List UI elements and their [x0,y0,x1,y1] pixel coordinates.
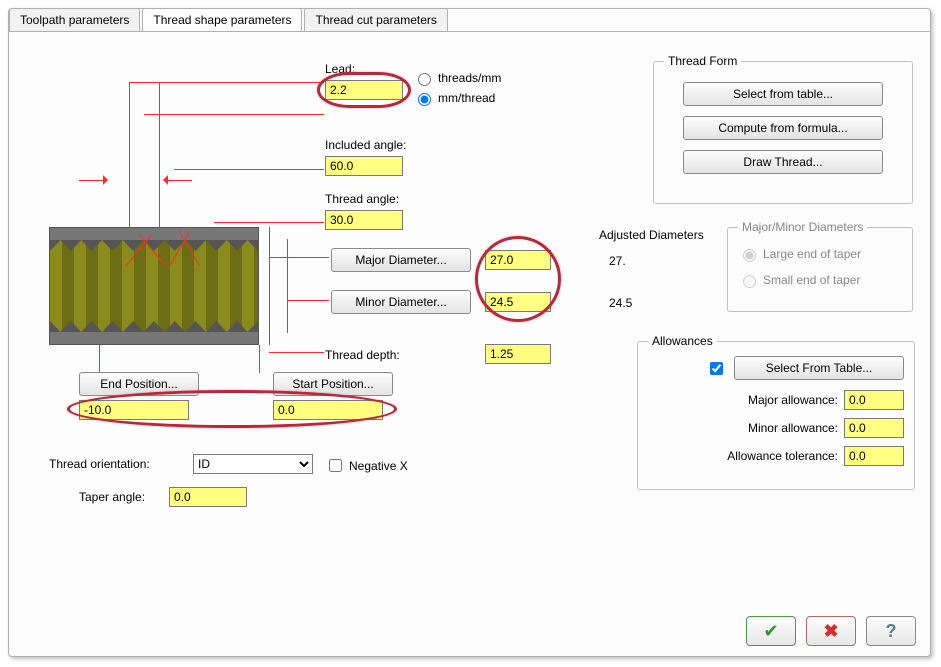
dialog-frame: Toolpath parameters Thread shape paramet… [8,8,931,657]
major-minor-diameters-group: Major/Minor Diameters Large end of taper… [727,220,913,312]
tab-thread-cut-parameters[interactable]: Thread cut parameters [304,8,447,31]
allowances-select-from-table-button[interactable]: Select From Table... [734,356,904,380]
minor-allowance-label: Minor allowance: [748,421,838,435]
thread-form-legend: Thread Form [664,54,741,68]
start-position-input[interactable] [273,400,383,420]
checkbox-icon[interactable] [329,459,342,472]
lead-threads-mm-radio[interactable]: threads/mm [413,70,501,86]
draw-thread-button[interactable]: Draw Thread... [683,150,883,174]
taper-angle-input[interactable] [169,487,247,507]
thread-depth-input[interactable] [485,344,551,364]
allowance-tolerance-label: Allowance tolerance: [727,449,838,463]
checkbox-label: Negative X [349,459,408,473]
annotation-angle [125,188,165,228]
annotation-line [269,352,324,353]
annotation-line [214,222,324,223]
lead-mm-thread-radio[interactable]: mm/thread [413,90,495,106]
major-minor-diameters-legend: Major/Minor Diameters [738,220,867,234]
end-position-button[interactable]: End Position... [79,372,199,396]
thread-orientation-label: Thread orientation: [49,457,150,471]
dialog-footer-buttons: ✔ ✖ ? [746,616,916,646]
thread-illustration [49,227,259,345]
major-allowance-label: Major allowance: [748,393,838,407]
minor-allowance-input[interactable] [844,418,904,438]
thread-angle-input[interactable] [325,210,403,230]
annotation-line [144,114,324,115]
lead-input[interactable] [325,80,403,100]
thread-form-group: Thread Form Select from table... Compute… [653,54,913,204]
adjusted-minor-value: 24.5 [609,296,632,310]
tab-strip: Toolpath parameters Thread shape paramet… [9,8,930,31]
radio-label: Large end of taper [763,247,861,261]
annotation-line [99,345,100,373]
included-angle-input[interactable] [325,156,403,176]
annotation-line [269,227,270,345]
annotation-line [287,300,329,301]
annotation-angle [169,188,209,228]
large-end-taper-radio: Large end of taper [738,246,902,262]
radio-label: mm/thread [438,91,495,105]
adjusted-major-value: 27. [609,254,626,268]
major-allowance-input[interactable] [844,390,904,410]
tab-toolpath-parameters[interactable]: Toolpath parameters [9,8,140,31]
included-angle-label: Included angle: [325,138,406,152]
tab-body: Lead: threads/mm mm/thread Included angl… [9,31,930,601]
thread-orientation-select[interactable]: ID [193,454,313,474]
compute-from-formula-button[interactable]: Compute from formula... [683,116,883,140]
radio-icon [743,249,756,262]
taper-angle-label: Taper angle: [79,490,145,504]
check-icon: ✔ [763,621,778,642]
annotation-line [129,82,324,83]
major-diameter-button[interactable]: Major Diameter... [331,248,471,272]
negative-x-checkbox[interactable]: Negative X [325,456,408,475]
allowances-legend: Allowances [648,334,717,348]
minor-diameter-button[interactable]: Minor Diameter... [331,290,471,314]
minor-diameter-input[interactable] [485,292,551,312]
tab-thread-shape-parameters[interactable]: Thread shape parameters [142,8,302,31]
select-from-table-button[interactable]: Select from table... [683,82,883,106]
radio-label: threads/mm [438,71,501,85]
adjusted-diameters-label: Adjusted Diameters [599,228,704,242]
start-position-button[interactable]: Start Position... [273,372,393,396]
ok-button[interactable]: ✔ [746,616,796,646]
radio-icon [743,275,756,288]
radio-icon[interactable] [418,93,431,106]
cancel-button[interactable]: ✖ [806,616,856,646]
thread-angle-label: Thread angle: [325,192,399,206]
help-icon: ? [886,621,897,642]
radio-icon[interactable] [418,73,431,86]
small-end-taper-radio: Small end of taper [738,272,902,288]
annotation-line [287,239,288,333]
annotation-line [259,345,260,373]
radio-label: Small end of taper [763,273,860,287]
close-icon: ✖ [823,621,838,642]
major-diameter-input[interactable] [485,250,551,270]
allowances-group: Allowances Select From Table... Major al… [637,334,915,490]
annotation-line [174,169,324,170]
lead-label: Lead: [325,62,355,76]
thread-depth-label: Thread depth: [325,348,400,362]
allowance-tolerance-input[interactable] [844,446,904,466]
end-position-input[interactable] [79,400,189,420]
allowances-enable-checkbox[interactable] [710,362,723,375]
help-button[interactable]: ? [866,616,916,646]
annotation-line [269,257,329,258]
